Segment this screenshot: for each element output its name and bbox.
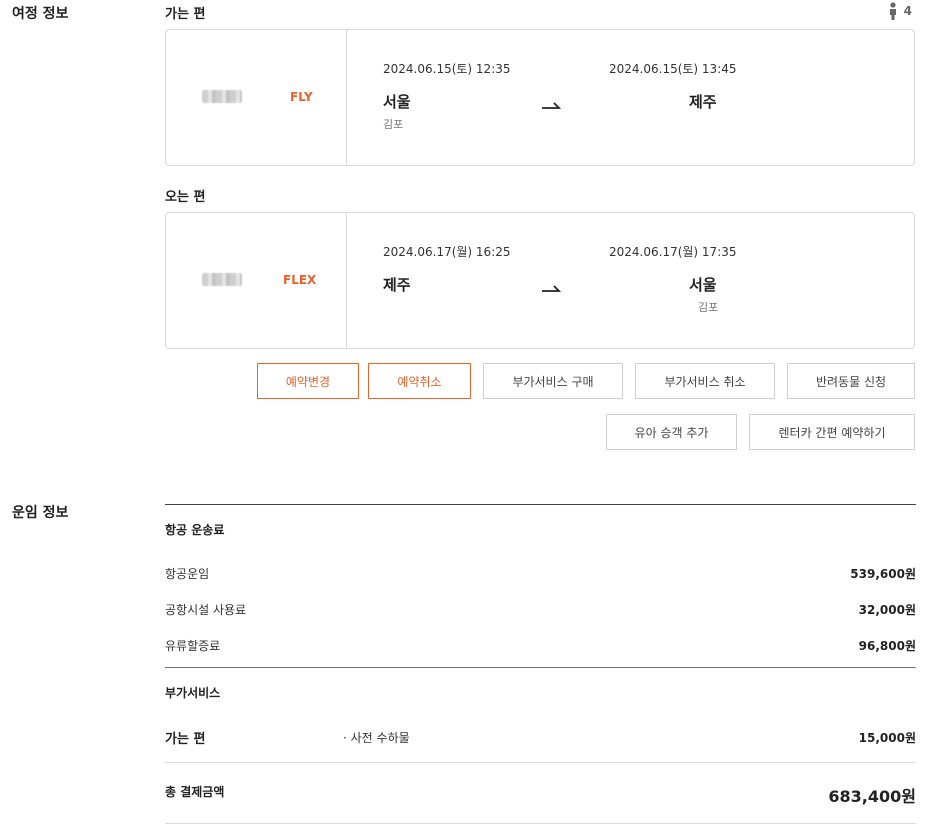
divider — [165, 762, 916, 763]
itinerary-section-title: 여정 정보 — [12, 6, 69, 22]
cancel-reservation-button[interactable]: 예약취소 — [368, 363, 471, 399]
fare-type-badge: FLY — [290, 90, 313, 104]
extra-service-item: · 사전 수하물 — [343, 731, 410, 745]
buy-extra-service-button[interactable]: 부가서비스 구매 — [483, 363, 623, 399]
fare-row-label: 항공운임 — [165, 567, 210, 581]
divider — [165, 823, 916, 824]
fare-type-badge: FLEX — [283, 273, 317, 287]
add-infant-button[interactable]: 유아 승객 추가 — [606, 414, 737, 450]
fare-section-title: 운임 정보 — [12, 505, 69, 521]
arrive-city: 서울 — [689, 276, 717, 294]
inbound-label: 오는 편 — [165, 190, 206, 205]
change-reservation-button[interactable]: 예약변경 — [257, 363, 359, 399]
fare-row-value: 539,600원 — [850, 567, 916, 581]
depart-datetime: 2024.06.15(토) 12:35 — [383, 62, 511, 76]
extra-service-value: 15,000원 — [858, 731, 916, 745]
airline-panel: FLY — [166, 30, 347, 165]
extra-service-title: 부가서비스 — [165, 686, 221, 700]
arrive-airport: 김포 — [698, 301, 719, 314]
depart-airport: 김포 — [383, 118, 404, 131]
outbound-flight-card: FLY 2024.06.15(토) 12:35 2024.06.15(토) 13… — [165, 29, 915, 166]
air-transport-title: 항공 운송료 — [165, 523, 225, 537]
airline-logo — [202, 273, 242, 286]
divider — [165, 504, 916, 505]
passenger-count-value: 4 — [903, 4, 912, 18]
fare-row-value: 32,000원 — [858, 603, 916, 617]
depart-datetime: 2024.06.17(월) 16:25 — [383, 245, 511, 259]
person-icon — [888, 2, 898, 20]
total-amount-label: 총 결제금액 — [165, 785, 225, 799]
extra-service-leg: 가는 편 — [165, 732, 206, 747]
arrive-datetime: 2024.06.17(월) 17:35 — [609, 245, 737, 259]
total-amount-value: 683,400원 — [828, 787, 916, 806]
inbound-flight-card: FLEX 2024.06.17(월) 16:25 2024.06.17(월) 1… — [165, 212, 915, 349]
cancel-extra-service-button[interactable]: 부가서비스 취소 — [635, 363, 775, 399]
depart-city: 제주 — [383, 276, 411, 294]
divider — [165, 667, 916, 668]
fare-row-label: 공항시설 사용료 — [165, 603, 247, 617]
airline-panel: FLEX — [166, 213, 347, 348]
fare-row-value: 96,800원 — [858, 639, 916, 653]
arrive-city: 제주 — [689, 93, 717, 111]
arrive-datetime: 2024.06.15(토) 13:45 — [609, 62, 737, 76]
passenger-count: 4 — [888, 2, 912, 20]
flight-arrow-icon — [541, 96, 562, 115]
flight-arrow-icon — [541, 279, 562, 298]
outbound-label: 가는 편 — [165, 7, 206, 22]
pet-request-button[interactable]: 반려동물 신청 — [787, 363, 915, 399]
depart-city: 서울 — [383, 93, 411, 111]
airline-logo — [202, 90, 242, 103]
rent-car-button[interactable]: 렌터카 간편 예약하기 — [749, 414, 915, 450]
fare-row-label: 유류할증료 — [165, 639, 221, 653]
